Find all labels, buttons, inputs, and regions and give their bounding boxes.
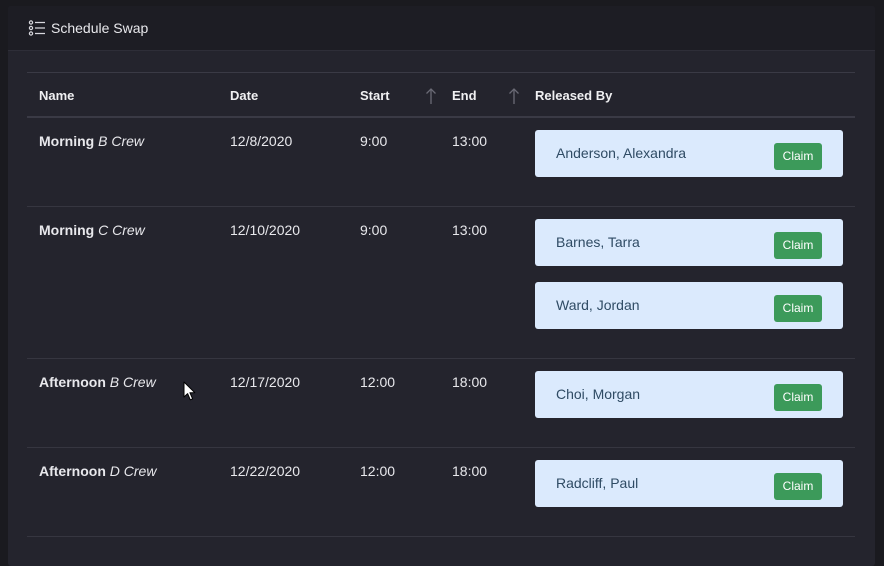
column-header-start[interactable]: Start (360, 73, 390, 118)
date-cell: 12/8/2020 (230, 133, 293, 149)
released-by-entry: Barnes, Tarra Claim (535, 219, 843, 266)
start-time-cell: 9:00 (360, 222, 388, 238)
shift-label: Morning (39, 133, 95, 149)
table-row: Afternoon B Crew 12/17/2020 12:00 18:00 … (27, 359, 855, 448)
shift-name-cell: Morning B Crew (39, 133, 144, 149)
end-time-cell: 13:00 (452, 133, 488, 149)
end-time-cell: 18:00 (452, 374, 488, 390)
arrow-up-icon[interactable] (425, 87, 437, 105)
shift-label: Afternoon (39, 374, 106, 390)
table-row: Morning B Crew 12/8/2020 9:00 13:00 Ande… (27, 118, 855, 207)
column-header-released-by[interactable]: Released By (535, 73, 612, 118)
released-by-name: Choi, Morgan (556, 386, 641, 402)
start-time-cell: 12:00 (360, 374, 396, 390)
crew-label: B Crew (98, 133, 145, 149)
released-by-name: Barnes, Tarra (556, 234, 640, 250)
shift-name-cell: Afternoon B Crew (39, 374, 156, 390)
released-by-entry: Choi, Morgan Claim (535, 371, 843, 418)
claim-button[interactable]: Claim (774, 232, 822, 259)
start-time-cell: 9:00 (360, 133, 388, 149)
crew-label: D Crew (109, 463, 157, 479)
claim-button[interactable]: Claim (774, 143, 822, 170)
table-row: Morning C Crew 12/10/2020 9:00 13:00 Bar… (27, 207, 855, 359)
column-header-name[interactable]: Name (39, 73, 74, 118)
page-title: Schedule Swap (51, 20, 149, 36)
released-by-entry: Anderson, Alexandra Claim (535, 130, 843, 177)
released-by-name: Anderson, Alexandra (556, 145, 686, 161)
crew-label: B Crew (109, 374, 156, 390)
start-time-cell: 12:00 (360, 463, 396, 479)
schedule-swap-card: Schedule Swap Name Date Start End Releas… (8, 6, 875, 566)
released-by-entry: Ward, Jordan Claim (535, 282, 843, 329)
end-time-cell: 18:00 (452, 463, 488, 479)
end-time-cell: 13:00 (452, 222, 488, 238)
table-row: Afternoon D Crew 12/22/2020 12:00 18:00 … (27, 448, 855, 537)
released-by-name: Ward, Jordan (556, 297, 640, 313)
claim-button[interactable]: Claim (774, 384, 822, 411)
table-header-row: Name Date Start End Released By (27, 73, 855, 118)
claim-button[interactable]: Claim (774, 473, 822, 500)
schedule-table: Name Date Start End Released By Morning … (27, 72, 855, 537)
shift-name-cell: Afternoon D Crew (39, 463, 156, 479)
card-header: Schedule Swap (8, 6, 875, 51)
shift-label: Morning (39, 222, 95, 238)
column-header-end[interactable]: End (452, 73, 477, 118)
list-icon (28, 19, 46, 37)
claim-button[interactable]: Claim (774, 295, 822, 322)
date-cell: 12/17/2020 (230, 374, 301, 390)
released-by-name: Radcliff, Paul (556, 475, 639, 491)
crew-label: C Crew (98, 222, 145, 238)
date-cell: 12/10/2020 (230, 222, 301, 238)
released-by-entry: Radcliff, Paul Claim (535, 460, 843, 507)
column-header-date[interactable]: Date (230, 73, 258, 118)
mouse-cursor-icon (183, 381, 197, 402)
arrow-up-icon[interactable] (508, 87, 520, 105)
date-cell: 12/22/2020 (230, 463, 301, 479)
shift-name-cell: Morning C Crew (39, 222, 145, 238)
shift-label: Afternoon (39, 463, 106, 479)
